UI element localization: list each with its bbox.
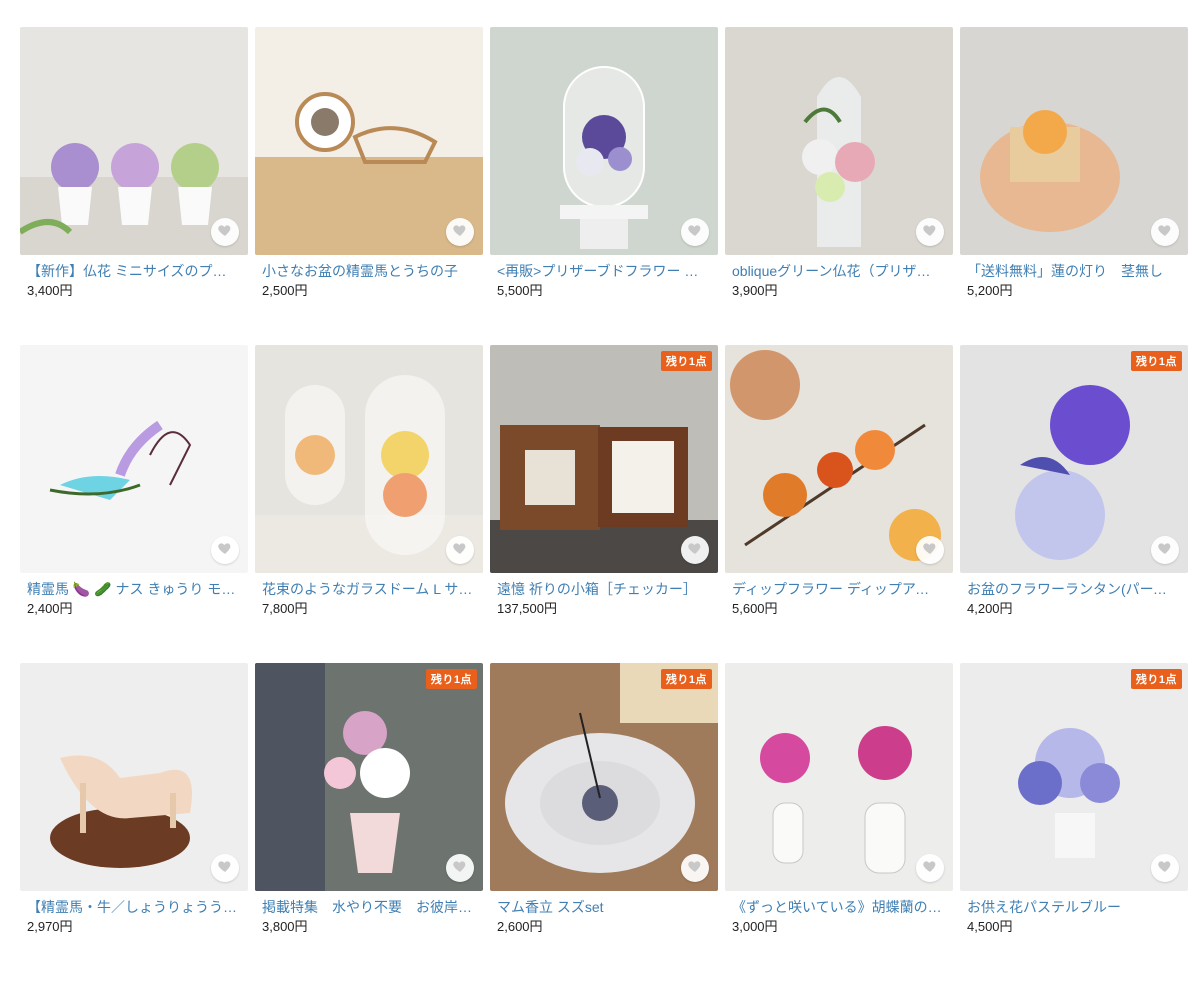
product-price: 137,500円 — [497, 601, 557, 616]
product-price: 5,200円 — [967, 283, 1013, 298]
favorite-button[interactable] — [681, 218, 709, 246]
heart-icon — [452, 540, 468, 561]
favorite-button[interactable] — [916, 218, 944, 246]
product-price: 3,800円 — [262, 919, 308, 934]
product-image[interactable] — [725, 345, 953, 573]
favorite-button[interactable] — [446, 218, 474, 246]
product-image[interactable] — [20, 345, 248, 573]
heart-icon — [452, 222, 468, 243]
stock-badge: 残り1点 — [1130, 669, 1182, 689]
stock-badge: 残り1点 — [660, 351, 712, 371]
product-price: 2,400円 — [27, 601, 73, 616]
product-card[interactable]: ディップフラワー ディップアート 鬼灯 5,600円 — [725, 345, 953, 663]
favorite-button[interactable] — [681, 854, 709, 882]
product-grid: 【新作】仏花 ミニサイズのプリザーブドフラワー 3,400円 小さなお盆の精霊馬と… — [20, 27, 1188, 981]
heart-icon — [687, 540, 703, 561]
product-card[interactable]: 「送料無料」蓮の灯り 茎無し 5,200円 — [960, 27, 1188, 345]
heart-icon — [1157, 222, 1173, 243]
product-image[interactable] — [725, 27, 953, 255]
product-card[interactable]: 【精霊馬・牛／しょうりょううま】木製 2,970円 — [20, 663, 248, 981]
heart-icon — [217, 858, 233, 879]
product-title[interactable]: obliqueグリーン仏花（プリザーブドフラワー） — [725, 262, 943, 280]
product-title[interactable]: 遠憶 祈りの小箱［チェッカー］ — [490, 580, 708, 598]
heart-icon — [217, 222, 233, 243]
product-card[interactable]: 《ずっと咲いている》胡蝶蘭の仏花 3,000円 — [725, 663, 953, 981]
product-price: 4,500円 — [967, 919, 1013, 934]
product-card[interactable]: obliqueグリーン仏花（プリザーブドフラワー） 3,900円 — [725, 27, 953, 345]
product-title[interactable]: 精霊馬 🍆 🥒 ナス きゅうり モビール — [20, 580, 238, 598]
product-image[interactable] — [255, 345, 483, 573]
product-price: 2,600円 — [497, 919, 543, 934]
product-title[interactable]: ディップフラワー ディップアート 鬼灯 — [725, 580, 943, 598]
heart-icon — [922, 540, 938, 561]
heart-icon — [687, 222, 703, 243]
product-price: 3,000円 — [732, 919, 778, 934]
product-title[interactable]: 「送料無料」蓮の灯り 茎無し — [960, 262, 1178, 280]
product-price: 7,800円 — [262, 601, 308, 616]
product-card[interactable]: 精霊馬 🍆 🥒 ナス きゅうり モビール 2,400円 — [20, 345, 248, 663]
favorite-button[interactable] — [211, 536, 239, 564]
heart-icon — [922, 222, 938, 243]
product-image[interactable] — [960, 27, 1188, 255]
product-image[interactable]: 残り1点 — [960, 345, 1188, 573]
product-title[interactable]: 《ずっと咲いている》胡蝶蘭の仏花 — [725, 898, 943, 916]
product-card[interactable]: 残り1点お供え花パステルブルー 4,500円 — [960, 663, 1188, 981]
product-title[interactable]: 掲載特集 水やり不要 お彼岸・お盆の仏花 — [255, 898, 473, 916]
product-card[interactable]: 残り1点遠憶 祈りの小箱［チェッカー］ 137,500円 — [490, 345, 718, 663]
product-card[interactable]: 残り1点お盆のフラワーランタン(パープル) 4,200円 — [960, 345, 1188, 663]
product-card[interactable]: 【新作】仏花 ミニサイズのプリザーブドフラワー 3,400円 — [20, 27, 248, 345]
product-title[interactable]: お供え花パステルブルー — [960, 898, 1178, 916]
stock-badge: 残り1点 — [660, 669, 712, 689]
heart-icon — [1157, 540, 1173, 561]
product-card[interactable]: 残り1点マム香立 スズset 2,600円 — [490, 663, 718, 981]
product-card[interactable]: <再販>プリザーブドフラワー ガラスドーム 5,500円 — [490, 27, 718, 345]
heart-icon — [922, 858, 938, 879]
product-card[interactable]: 花束のようなガラスドーム L サイズ 7,800円 — [255, 345, 483, 663]
product-card[interactable]: 残り1点掲載特集 水やり不要 お彼岸・お盆の仏花 3,800円 — [255, 663, 483, 981]
product-title[interactable]: 小さなお盆の精霊馬とうちの子 — [255, 262, 473, 280]
heart-icon — [452, 858, 468, 879]
heart-icon — [217, 540, 233, 561]
product-image[interactable] — [725, 663, 953, 891]
product-image[interactable]: 残り1点 — [490, 345, 718, 573]
heart-icon — [1157, 858, 1173, 879]
product-title[interactable]: マム香立 スズset — [490, 898, 708, 916]
product-card[interactable]: 小さなお盆の精霊馬とうちの子 2,500円 — [255, 27, 483, 345]
product-price: 5,500円 — [497, 283, 543, 298]
product-image[interactable] — [20, 27, 248, 255]
stock-badge: 残り1点 — [1130, 351, 1182, 371]
product-price: 2,970円 — [27, 919, 73, 934]
product-image[interactable]: 残り1点 — [255, 663, 483, 891]
product-price: 3,400円 — [27, 283, 73, 298]
favorite-button[interactable] — [446, 854, 474, 882]
product-image[interactable]: 残り1点 — [960, 663, 1188, 891]
product-image[interactable] — [255, 27, 483, 255]
heart-icon — [687, 858, 703, 879]
product-price: 3,900円 — [732, 283, 778, 298]
product-title[interactable]: お盆のフラワーランタン(パープル) — [960, 580, 1178, 598]
favorite-button[interactable] — [916, 854, 944, 882]
product-title[interactable]: 【精霊馬・牛／しょうりょううま】木製 — [20, 898, 238, 916]
favorite-button[interactable] — [211, 218, 239, 246]
favorite-button[interactable] — [1151, 536, 1179, 564]
product-image[interactable] — [20, 663, 248, 891]
product-image[interactable] — [490, 27, 718, 255]
favorite-button[interactable] — [211, 854, 239, 882]
product-price: 4,200円 — [967, 601, 1013, 616]
stock-badge: 残り1点 — [425, 669, 477, 689]
favorite-button[interactable] — [446, 536, 474, 564]
product-image[interactable]: 残り1点 — [490, 663, 718, 891]
product-price: 2,500円 — [262, 283, 308, 298]
product-title[interactable]: <再販>プリザーブドフラワー ガラスドーム — [490, 262, 708, 280]
favorite-button[interactable] — [916, 536, 944, 564]
product-price: 5,600円 — [732, 601, 778, 616]
product-title[interactable]: 【新作】仏花 ミニサイズのプリザーブドフラワー — [20, 262, 238, 280]
favorite-button[interactable] — [681, 536, 709, 564]
product-title[interactable]: 花束のようなガラスドーム L サイズ — [255, 580, 473, 598]
favorite-button[interactable] — [1151, 218, 1179, 246]
favorite-button[interactable] — [1151, 854, 1179, 882]
